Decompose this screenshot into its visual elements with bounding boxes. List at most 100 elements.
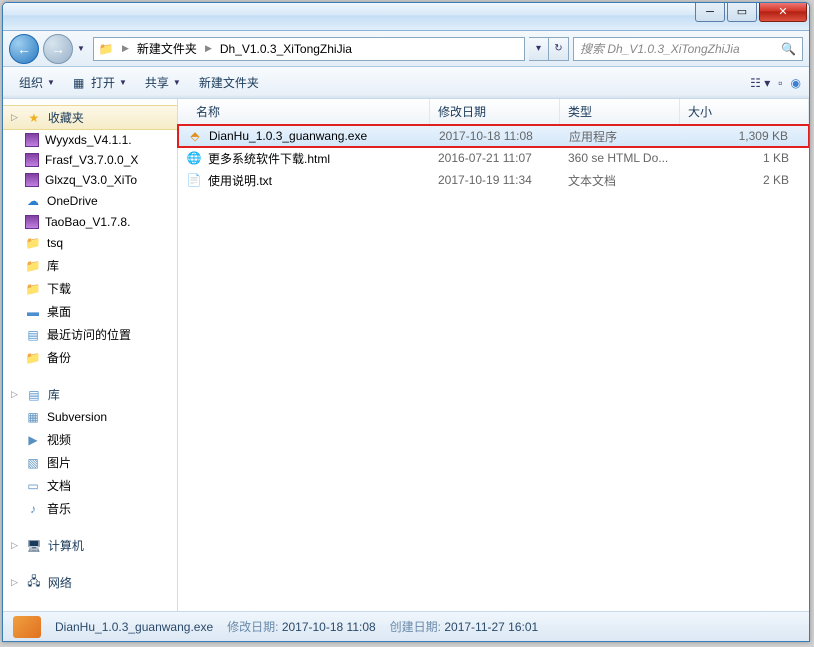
forward-button[interactable]: → <box>43 34 73 64</box>
file-size: 2 KB <box>680 173 809 187</box>
file-row[interactable]: 📄使用说明.txt2017-10-19 11:34文本文档2 KB <box>178 169 809 191</box>
tree-item-label: TaoBao_V1.7.8. <box>45 215 130 229</box>
col-date[interactable]: 修改日期 <box>430 99 560 124</box>
file-pane: 名称 修改日期 类型 大小 ⬘DianHu_1.0.3_guanwang.exe… <box>178 99 809 611</box>
col-type[interactable]: 类型 <box>560 99 680 124</box>
breadcrumb-seg[interactable]: 新建文件夹 <box>137 40 197 57</box>
view-options-button[interactable]: ☷ ▾ <box>750 76 770 90</box>
tree-item[interactable]: ♪音乐 <box>3 497 177 520</box>
tree-item[interactable]: Frasf_V3.7.0.0_X <box>3 150 177 170</box>
library-icon: ▤ <box>26 387 42 403</box>
col-size[interactable]: 大小 <box>680 99 809 124</box>
tree-item[interactable]: ▬ 桌面 <box>3 300 177 323</box>
tree-item[interactable]: 📁tsq <box>3 232 177 254</box>
tree-item[interactable]: TaoBao_V1.7.8. <box>3 212 177 232</box>
tree-item[interactable]: ▦Subversion <box>3 406 177 428</box>
tree-item-label: 下载 <box>47 280 71 297</box>
status-filename: DianHu_1.0.3_guanwang.exe <box>55 620 213 634</box>
organize-button[interactable]: 组织▼ <box>11 70 63 95</box>
history-dropdown[interactable]: ▼ <box>77 44 89 53</box>
tree-item-label: OneDrive <box>47 194 98 208</box>
computer-header[interactable]: ▷🖥计算机 <box>3 534 177 557</box>
library-item-icon: ▶ <box>25 432 41 448</box>
computer-icon: 🖥 <box>26 538 42 554</box>
network-icon: 🖧 <box>26 575 42 591</box>
file-name: 更多系统软件下载.html <box>208 150 330 167</box>
refresh-button[interactable]: ↻ <box>549 37 569 61</box>
file-icon: 📄 <box>186 172 202 188</box>
maximize-button[interactable]: ▭ <box>727 2 757 22</box>
library-item-icon: ▧ <box>25 455 41 471</box>
column-headers[interactable]: 名称 修改日期 类型 大小 <box>178 99 809 125</box>
col-name[interactable]: 名称 <box>178 99 430 124</box>
tree-item[interactable]: Wyyxds_V4.1.1. <box>3 130 177 150</box>
tree-item[interactable]: 📁 下载 <box>3 277 177 300</box>
new-folder-button[interactable]: 新建文件夹 <box>191 70 267 95</box>
favorites-header[interactable]: ▷★收藏夹 <box>3 105 177 130</box>
tree-item[interactable]: 📁库 <box>3 254 177 277</box>
tree-item[interactable]: ▧ 图片 <box>3 451 177 474</box>
toolbar: 组织▼ ▦打开▼ 共享▼ 新建文件夹 ☷ ▾ ▫ ◉ <box>3 67 809 99</box>
file-row[interactable]: 🌐 更多系统软件下载.html 2016-07-21 11:07360 se HTM… <box>178 147 809 169</box>
tree-item-label: 桌面 <box>47 303 71 320</box>
archive-icon <box>25 153 39 167</box>
preview-pane-button[interactable]: ▫ <box>778 76 782 90</box>
star-icon: ★ <box>26 110 42 126</box>
address-dropdown[interactable]: ▾ <box>529 37 549 61</box>
help-button[interactable]: ◉ <box>791 76 801 90</box>
breadcrumb-sep-icon: ▶ <box>122 43 129 54</box>
file-icon: ⬘ <box>187 128 203 144</box>
titlebar[interactable]: ─ ▭ ✕ <box>3 3 809 31</box>
tree-item[interactable]: ▭文档 <box>3 474 177 497</box>
share-button[interactable]: 共享▼ <box>137 70 189 95</box>
tree-item-label: 备份 <box>47 349 71 366</box>
navigation-bar: ← → ▼ 📁 ▶ 新建文件夹 ▶ Dh_V1.0.3_XiTongZhiJia… <box>3 31 809 67</box>
folder-icon: 📁 <box>25 281 41 297</box>
tree-item-label: 视频 <box>47 431 71 448</box>
libraries-header[interactable]: ▷▤库 <box>3 383 177 406</box>
tree-item[interactable]: ☁ OneDrive <box>3 190 177 212</box>
status-bar: DianHu_1.0.3_guanwang.exe 修改日期: 2017-10-… <box>3 611 809 641</box>
file-type: 应用程序 <box>561 128 681 145</box>
network-header[interactable]: ▷🖧网络 <box>3 571 177 594</box>
tree-item-label: 库 <box>47 257 59 274</box>
close-button[interactable]: ✕ <box>759 2 807 22</box>
tree-item-label: Glxzq_V3.0_XiTo <box>45 173 137 187</box>
status-mod-value: 2017-10-18 11:08 <box>282 620 376 634</box>
tree-item-label: tsq <box>47 236 63 250</box>
tree-item[interactable]: 📁备份 <box>3 346 177 369</box>
file-row[interactable]: ⬘DianHu_1.0.3_guanwang.exe2017-10-18 11:… <box>178 125 809 147</box>
open-button[interactable]: ▦打开▼ <box>65 70 135 95</box>
tree-item-label: 最近访问的位置 <box>47 326 131 343</box>
file-type-icon <box>13 616 41 638</box>
file-date: 2016-07-21 11:07 <box>430 151 560 165</box>
address-bar[interactable]: 📁 ▶ 新建文件夹 ▶ Dh_V1.0.3_XiTongZhiJia <box>93 37 525 61</box>
desktop-icon: ▬ <box>25 304 41 320</box>
file-icon: 🌐 <box>186 150 202 166</box>
breadcrumb-sep-icon: ▶ <box>205 43 212 54</box>
archive-icon <box>25 133 39 147</box>
status-mod-label: 修改日期: <box>227 620 278 634</box>
search-placeholder: 搜索 Dh_V1.0.3_XiTongZhiJia <box>580 40 740 57</box>
minimize-button[interactable]: ─ <box>695 2 725 22</box>
status-create-value: 2017-11-27 16:01 <box>444 620 538 634</box>
onedrive-icon: ☁ <box>25 193 41 209</box>
tree-item[interactable]: Glxzq_V3.0_XiTo <box>3 170 177 190</box>
tree-item[interactable]: ▶ 视频 <box>3 428 177 451</box>
archive-icon <box>25 173 39 187</box>
folder-icon: 📁 <box>25 258 41 274</box>
search-input[interactable]: 搜索 Dh_V1.0.3_XiTongZhiJia 🔍 <box>573 37 803 61</box>
status-create-label: 创建日期: <box>390 620 441 634</box>
explorer-window: ─ ▭ ✕ ← → ▼ 📁 ▶ 新建文件夹 ▶ Dh_V1.0.3_XiTong… <box>2 2 810 642</box>
tree-item-label: 图片 <box>47 454 71 471</box>
search-icon: 🔍 <box>781 42 796 56</box>
breadcrumb-seg[interactable]: Dh_V1.0.3_XiTongZhiJia <box>220 42 352 56</box>
navigation-pane[interactable]: ▷★收藏夹 Wyyxds_V4.1.1.Frasf_V3.7.0.0_X Glxz… <box>3 99 178 611</box>
library-item-icon: ♪ <box>25 501 41 517</box>
file-type: 360 se HTML Do... <box>560 151 680 165</box>
file-date: 2017-10-18 11:08 <box>431 129 561 143</box>
back-button[interactable]: ← <box>9 34 39 64</box>
file-name: 使用说明.txt <box>208 172 272 189</box>
tree-item[interactable]: ▤最近访问的位置 <box>3 323 177 346</box>
file-list[interactable]: ⬘DianHu_1.0.3_guanwang.exe2017-10-18 11:… <box>178 125 809 611</box>
